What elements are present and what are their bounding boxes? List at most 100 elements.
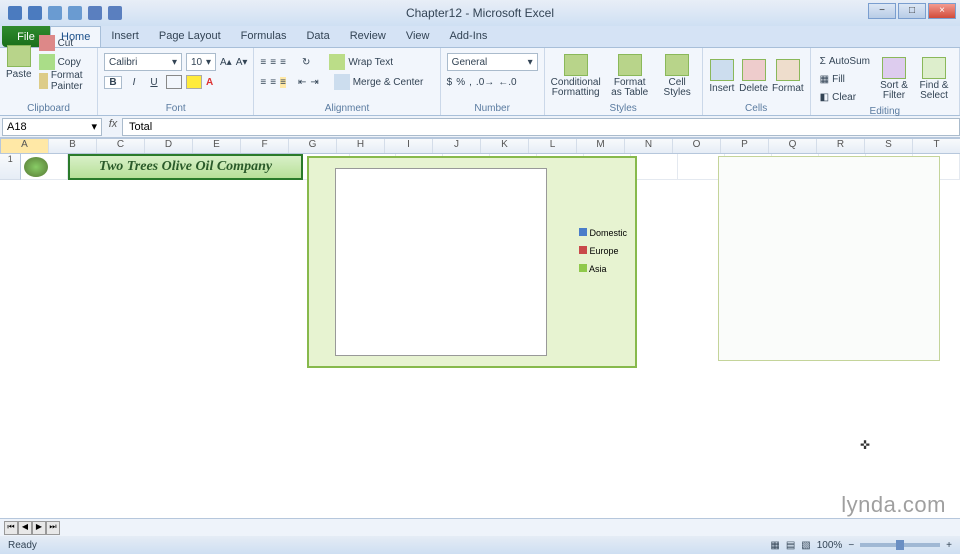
italic-button[interactable]: I bbox=[126, 77, 142, 88]
tab-formulas[interactable]: Formulas bbox=[231, 26, 297, 47]
align-top-icon[interactable]: ≡ bbox=[260, 57, 266, 68]
worksheet[interactable]: ABCDEFGHIJKLMNOPQRST 1 Two Trees Olive Oi… bbox=[0, 138, 960, 518]
indent-dec-icon[interactable]: ⇤ bbox=[298, 77, 306, 88]
cell-styles-button[interactable]: Cell Styles bbox=[659, 54, 696, 98]
bold-button[interactable]: B bbox=[104, 76, 122, 89]
company-banner[interactable]: Two Trees Olive Oil Company bbox=[68, 154, 302, 180]
tab-page-layout[interactable]: Page Layout bbox=[149, 26, 231, 47]
col-header-A[interactable]: A bbox=[1, 139, 49, 153]
cell[interactable] bbox=[631, 154, 678, 180]
tab-nav-prev[interactable]: ◀ bbox=[18, 521, 32, 535]
zoom-slider[interactable] bbox=[860, 543, 940, 547]
tab-nav-last[interactable]: ⏭ bbox=[46, 521, 60, 535]
wrap-text-button[interactable]: Wrap Text bbox=[326, 53, 396, 71]
name-box[interactable]: A18▾ bbox=[2, 118, 102, 136]
align-center-icon[interactable]: ≡ bbox=[270, 77, 276, 88]
col-header-T[interactable]: T bbox=[913, 139, 960, 153]
tab-data[interactable]: Data bbox=[296, 26, 339, 47]
col-header-E[interactable]: E bbox=[193, 139, 241, 153]
col-header-P[interactable]: P bbox=[721, 139, 769, 153]
tab-addins[interactable]: Add-Ins bbox=[439, 26, 497, 47]
format-cells-button[interactable]: Format bbox=[772, 59, 804, 94]
delete-icon bbox=[742, 59, 766, 81]
insert-cells-button[interactable]: Insert bbox=[709, 59, 735, 94]
font-color-button[interactable]: A bbox=[206, 77, 213, 88]
align-bot-icon[interactable]: ≡ bbox=[280, 57, 286, 68]
save-icon[interactable] bbox=[28, 6, 42, 20]
view-break-icon[interactable]: ▧ bbox=[801, 540, 810, 551]
minimize-button[interactable]: − bbox=[868, 3, 896, 19]
format-table-button[interactable]: Format as Table bbox=[605, 54, 655, 98]
merge-center-button[interactable]: Merge & Center bbox=[331, 73, 427, 91]
shrink-font-icon[interactable]: A▾ bbox=[236, 57, 248, 68]
align-right-icon[interactable]: ≡ bbox=[280, 77, 286, 88]
qat-icon[interactable] bbox=[108, 6, 122, 20]
cond-format-button[interactable]: Conditional Formatting bbox=[551, 54, 601, 98]
line-chart[interactable] bbox=[718, 156, 940, 361]
indent-inc-icon[interactable]: ⇥ bbox=[310, 77, 318, 88]
currency-icon[interactable]: $ bbox=[447, 77, 453, 88]
dec-decimal-icon[interactable]: ←.0 bbox=[498, 77, 516, 88]
clear-button[interactable]: ◧Clear bbox=[817, 88, 873, 106]
col-header-B[interactable]: B bbox=[49, 139, 97, 153]
logo-cell[interactable] bbox=[21, 154, 68, 180]
find-select-button[interactable]: Find & Select bbox=[915, 52, 953, 106]
col-header-S[interactable]: S bbox=[865, 139, 913, 153]
cut-button[interactable]: Cut bbox=[36, 34, 93, 52]
zoom-in-button[interactable]: + bbox=[946, 540, 952, 551]
col-header-R[interactable]: R bbox=[817, 139, 865, 153]
sort-filter-button[interactable]: Sort & Filter bbox=[875, 52, 913, 106]
orient-icon[interactable]: ↻ bbox=[302, 57, 310, 68]
row-header[interactable]: 1 bbox=[0, 154, 21, 180]
delete-cells-button[interactable]: Delete bbox=[739, 59, 768, 94]
grow-font-icon[interactable]: A▴ bbox=[220, 57, 232, 68]
copy-button[interactable]: Copy bbox=[36, 53, 93, 71]
redo-icon[interactable] bbox=[68, 6, 82, 20]
col-header-M[interactable]: M bbox=[577, 139, 625, 153]
close-button[interactable]: × bbox=[928, 3, 956, 19]
zoom-out-button[interactable]: − bbox=[848, 540, 854, 551]
align-left-icon[interactable]: ≡ bbox=[260, 77, 266, 88]
number-format-select[interactable]: General▾ bbox=[447, 53, 538, 71]
underline-button[interactable]: U bbox=[146, 77, 162, 88]
col-header-D[interactable]: D bbox=[145, 139, 193, 153]
inc-decimal-icon[interactable]: .0→ bbox=[476, 77, 494, 88]
stacked-bar-chart[interactable]: Domestic Europe Asia bbox=[307, 156, 637, 368]
col-header-F[interactable]: F bbox=[241, 139, 289, 153]
formula-input[interactable]: Total bbox=[122, 118, 960, 136]
undo-icon[interactable] bbox=[48, 6, 62, 20]
align-mid-icon[interactable]: ≡ bbox=[270, 57, 276, 68]
col-header-K[interactable]: K bbox=[481, 139, 529, 153]
paste-button[interactable]: Paste bbox=[6, 45, 32, 80]
col-header-J[interactable]: J bbox=[433, 139, 481, 153]
maximize-button[interactable]: □ bbox=[898, 3, 926, 19]
col-header-I[interactable]: I bbox=[385, 139, 433, 153]
slider-thumb[interactable] bbox=[896, 540, 904, 550]
comma-icon[interactable]: , bbox=[469, 77, 472, 88]
qat-icon[interactable] bbox=[88, 6, 102, 20]
table-icon bbox=[618, 54, 642, 76]
col-header-G[interactable]: G bbox=[289, 139, 337, 153]
col-header-C[interactable]: C bbox=[97, 139, 145, 153]
view-normal-icon[interactable]: ▦ bbox=[770, 540, 779, 551]
col-header-N[interactable]: N bbox=[625, 139, 673, 153]
col-header-Q[interactable]: Q bbox=[769, 139, 817, 153]
font-face-select[interactable]: Calibri▾ bbox=[104, 53, 182, 71]
autosum-button[interactable]: ΣAutoSum bbox=[817, 52, 873, 70]
format-painter-button[interactable]: Format Painter bbox=[36, 72, 93, 90]
tab-view[interactable]: View bbox=[396, 26, 440, 47]
col-header-L[interactable]: L bbox=[529, 139, 577, 153]
fx-button[interactable]: fx bbox=[104, 118, 122, 136]
tab-nav-next[interactable]: ▶ bbox=[32, 521, 46, 535]
fill-color-button[interactable] bbox=[186, 75, 202, 89]
percent-icon[interactable]: % bbox=[456, 77, 465, 88]
tab-nav-first[interactable]: ⏮ bbox=[4, 521, 18, 535]
tab-insert[interactable]: Insert bbox=[101, 26, 149, 47]
fill-button[interactable]: ▦Fill bbox=[817, 70, 873, 88]
font-size-select[interactable]: 10▾ bbox=[186, 53, 216, 71]
tab-review[interactable]: Review bbox=[340, 26, 396, 47]
col-header-O[interactable]: O bbox=[673, 139, 721, 153]
col-header-H[interactable]: H bbox=[337, 139, 385, 153]
view-layout-icon[interactable]: ▤ bbox=[786, 540, 795, 551]
border-button[interactable] bbox=[166, 75, 182, 89]
